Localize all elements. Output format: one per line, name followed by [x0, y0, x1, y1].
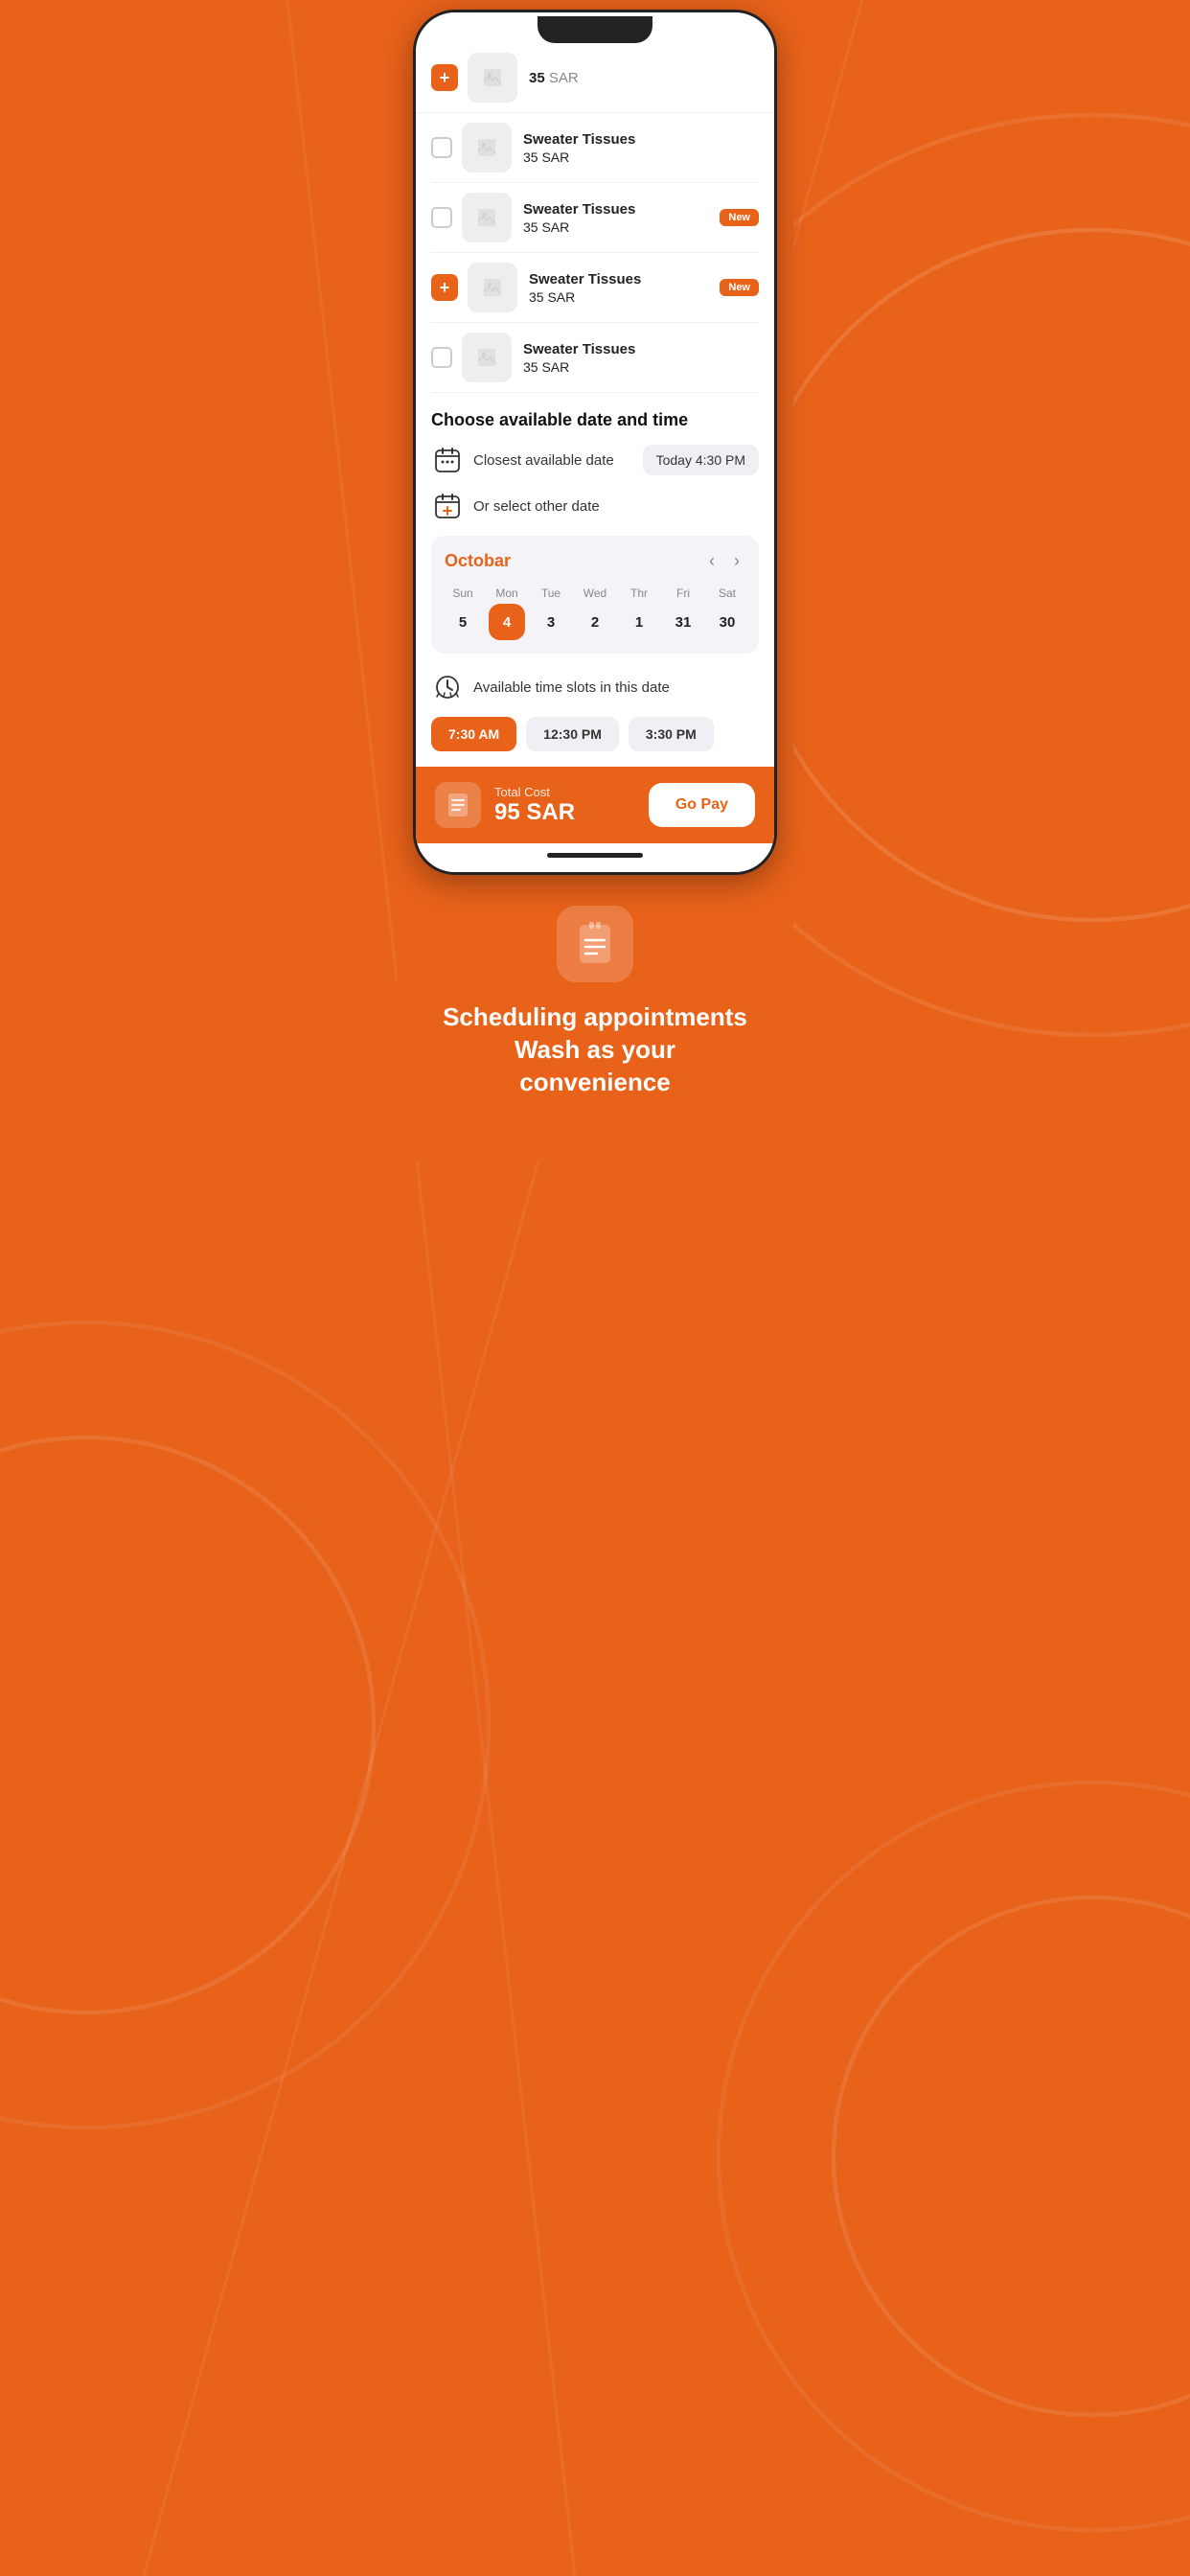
list-item: Sweater Tissues 35 SAR New [431, 183, 759, 253]
bottom-bar: Total Cost 95 SAR Go Pay [416, 767, 774, 843]
new-badge: New [720, 209, 759, 226]
product-thumbnail [462, 193, 512, 242]
product-name: Sweater Tissues [523, 341, 759, 357]
product-info: Sweater Tissues 35 SAR [523, 341, 759, 375]
day-name: Fri [676, 586, 690, 600]
time-slot-button[interactable]: 3:30 PM [629, 717, 714, 751]
promo-icon [557, 906, 633, 982]
day-name: Thr [630, 586, 648, 600]
product-checkbox[interactable] [431, 137, 452, 158]
calendar-day[interactable]: Fri 31 [665, 586, 701, 640]
promo-section: Scheduling appointments Wash as your con… [413, 875, 777, 1121]
phone-notch [538, 16, 652, 43]
product-checkbox[interactable] [431, 347, 452, 368]
product-name: 35 SAR [529, 70, 759, 86]
time-slots-label: Available time slots in this date [473, 679, 670, 696]
add-product-button[interactable]: + [431, 274, 458, 301]
phone-frame: + 35 SAR Sweater Tissues [413, 10, 777, 875]
calendar-day[interactable]: Mon 4 [489, 586, 525, 640]
cost-info: Total Cost 95 SAR [435, 782, 575, 828]
clock-icon [431, 671, 464, 703]
cost-amount: 95 SAR [494, 799, 575, 826]
day-number[interactable]: 30 [709, 604, 745, 640]
day-name: Sun [452, 586, 472, 600]
other-date-row[interactable]: Or select other date [431, 490, 759, 522]
product-thumbnail [468, 263, 517, 312]
time-slot-button[interactable]: 12:30 PM [526, 717, 619, 751]
calendar-day[interactable]: Thr 1 [621, 586, 657, 640]
product-info: 35 SAR [529, 70, 759, 86]
calendar: Octobar ‹ › Sun5Mon4Tue3Wed2Thr1Fri31Sat… [431, 536, 759, 654]
calendar-month: Octobar [445, 551, 511, 571]
list-item: + Sweater Tissues 35 SAR New [431, 253, 759, 323]
time-slot-button[interactable]: 7:30 AM [431, 717, 516, 751]
closest-date-label: Closest available date [473, 452, 643, 469]
product-thumbnail [462, 333, 512, 382]
new-badge: New [720, 279, 759, 296]
calendar-header: Octobar ‹ › [445, 549, 745, 573]
product-list: Sweater Tissues 35 SAR New Sweater Tissu… [416, 113, 774, 393]
receipt-icon [435, 782, 481, 828]
day-name: Sat [719, 586, 736, 600]
time-slots-container: 7:30 AM 12:30 PM 3:30 PM [431, 717, 759, 751]
product-price: 35 SAR [523, 359, 759, 375]
calendar-navigation: ‹ › [703, 549, 745, 573]
list-item: Sweater Tissues 35 SAR New [431, 113, 759, 183]
product-price: 35 SAR [523, 150, 759, 165]
calendar-day[interactable]: Tue 3 [533, 586, 569, 640]
day-name: Tue [541, 586, 561, 600]
calendar-day[interactable]: Sat 30 [709, 586, 745, 640]
calendar-days: Sun 5 Mon 4 Tue 3 Wed 2 Thr 1 Fri 31 Sat 30 [445, 586, 745, 640]
calendar-add-icon [431, 490, 464, 522]
closest-date-value[interactable]: Today 4:30 PM [643, 445, 759, 475]
day-number[interactable]: 31 [665, 604, 701, 640]
phone-content: + 35 SAR Sweater Tissues [416, 47, 774, 843]
section-title: Choose available date and time [431, 410, 759, 430]
product-checkbox[interactable] [431, 207, 452, 228]
date-time-section: Choose available date and time [416, 393, 774, 522]
other-date-label: Or select other date [473, 498, 759, 515]
promo-text: Scheduling appointments Wash as your con… [436, 1001, 754, 1098]
time-section: Available time slots in this date 7:30 A… [416, 667, 774, 767]
calendar-day[interactable]: Sun 5 [445, 586, 481, 640]
day-name: Wed [584, 586, 606, 600]
product-info: Sweater Tissues 35 SAR [523, 131, 759, 165]
cost-details: Total Cost 95 SAR [494, 785, 575, 826]
add-button-top[interactable]: + [431, 64, 458, 91]
time-slots-header: Available time slots in this date [431, 671, 759, 703]
product-thumbnail [462, 123, 512, 172]
home-indicator [547, 853, 643, 858]
calendar-day[interactable]: Wed 2 [577, 586, 613, 640]
closest-date-row: Closest available date Today 4:30 PM [431, 444, 759, 476]
list-item: Sweater Tissues 35 SAR [431, 323, 759, 393]
go-pay-button[interactable]: Go Pay [649, 783, 755, 827]
phone-top-bar [416, 12, 774, 47]
day-number[interactable]: 1 [621, 604, 657, 640]
day-number[interactable]: 4 [489, 604, 525, 640]
phone-bottom-bar [416, 843, 774, 872]
product-thumbnail [468, 53, 517, 103]
product-item-partial: + 35 SAR [416, 47, 774, 113]
day-number[interactable]: 5 [445, 604, 481, 640]
calendar-prev-button[interactable]: ‹ [703, 549, 721, 573]
product-name: Sweater Tissues [523, 131, 759, 148]
promo-title: Scheduling appointments Wash as your con… [436, 1001, 754, 1098]
day-number[interactable]: 3 [533, 604, 569, 640]
day-number[interactable]: 2 [577, 604, 613, 640]
cost-label: Total Cost [494, 785, 575, 799]
calendar-next-button[interactable]: › [728, 549, 745, 573]
calendar-icon [431, 444, 464, 476]
day-name: Mon [495, 586, 517, 600]
